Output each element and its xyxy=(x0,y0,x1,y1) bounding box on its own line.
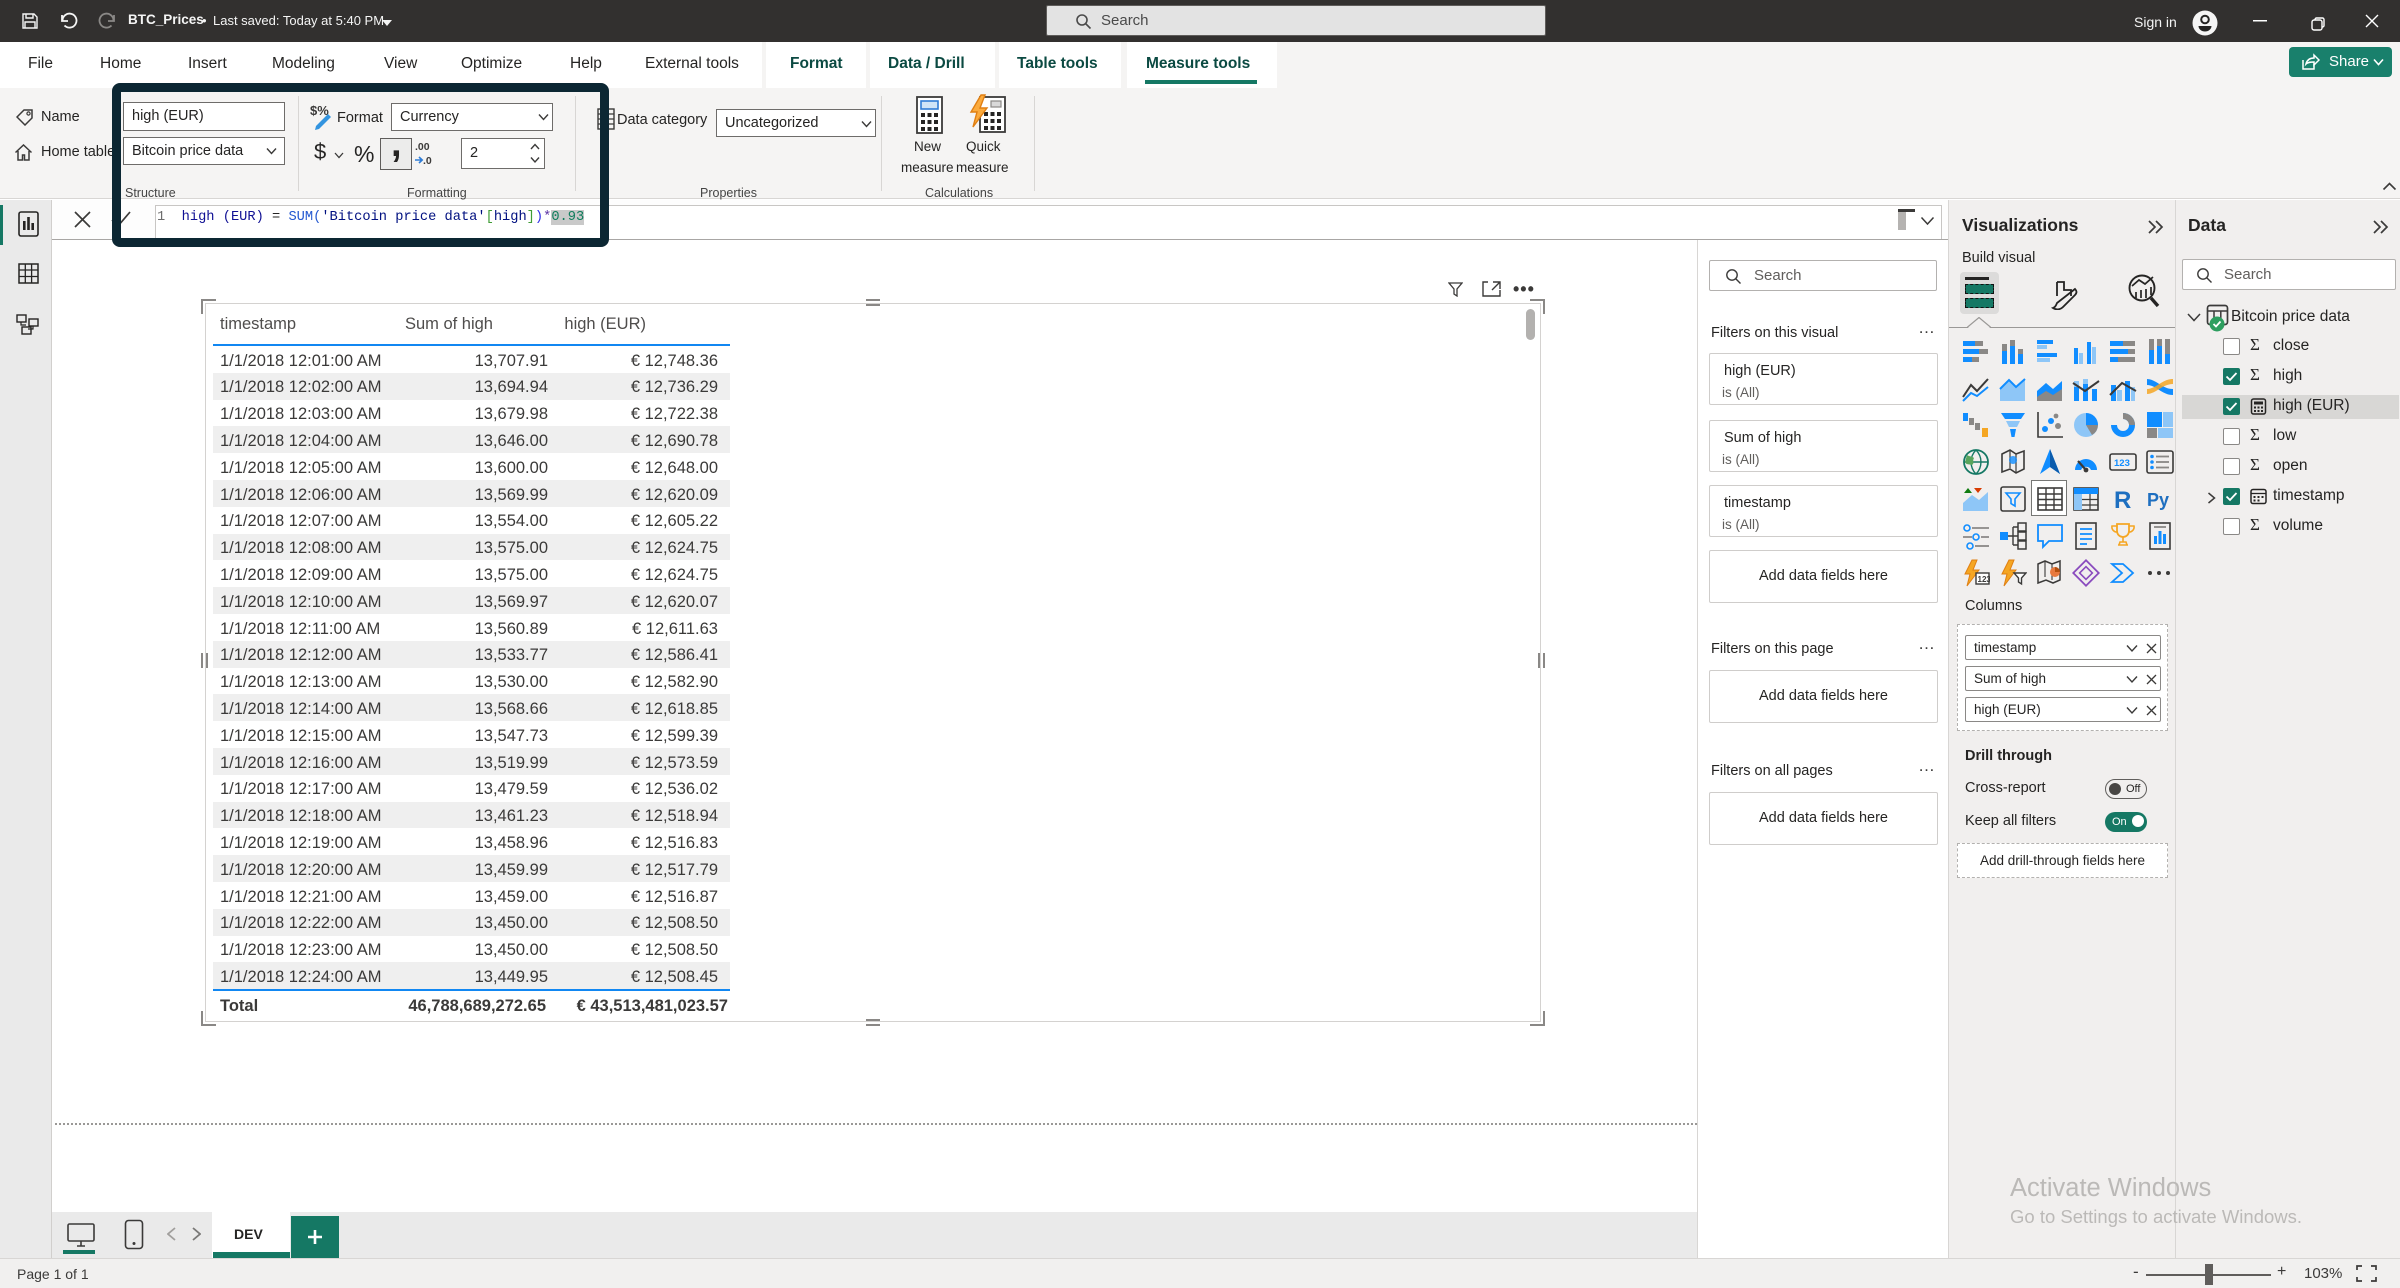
svg-text:Py: Py xyxy=(2147,490,2169,510)
svg-text:123: 123 xyxy=(1977,575,1990,584)
svg-text:R: R xyxy=(2114,487,2131,513)
svg-text:123: 123 xyxy=(2114,458,2130,469)
